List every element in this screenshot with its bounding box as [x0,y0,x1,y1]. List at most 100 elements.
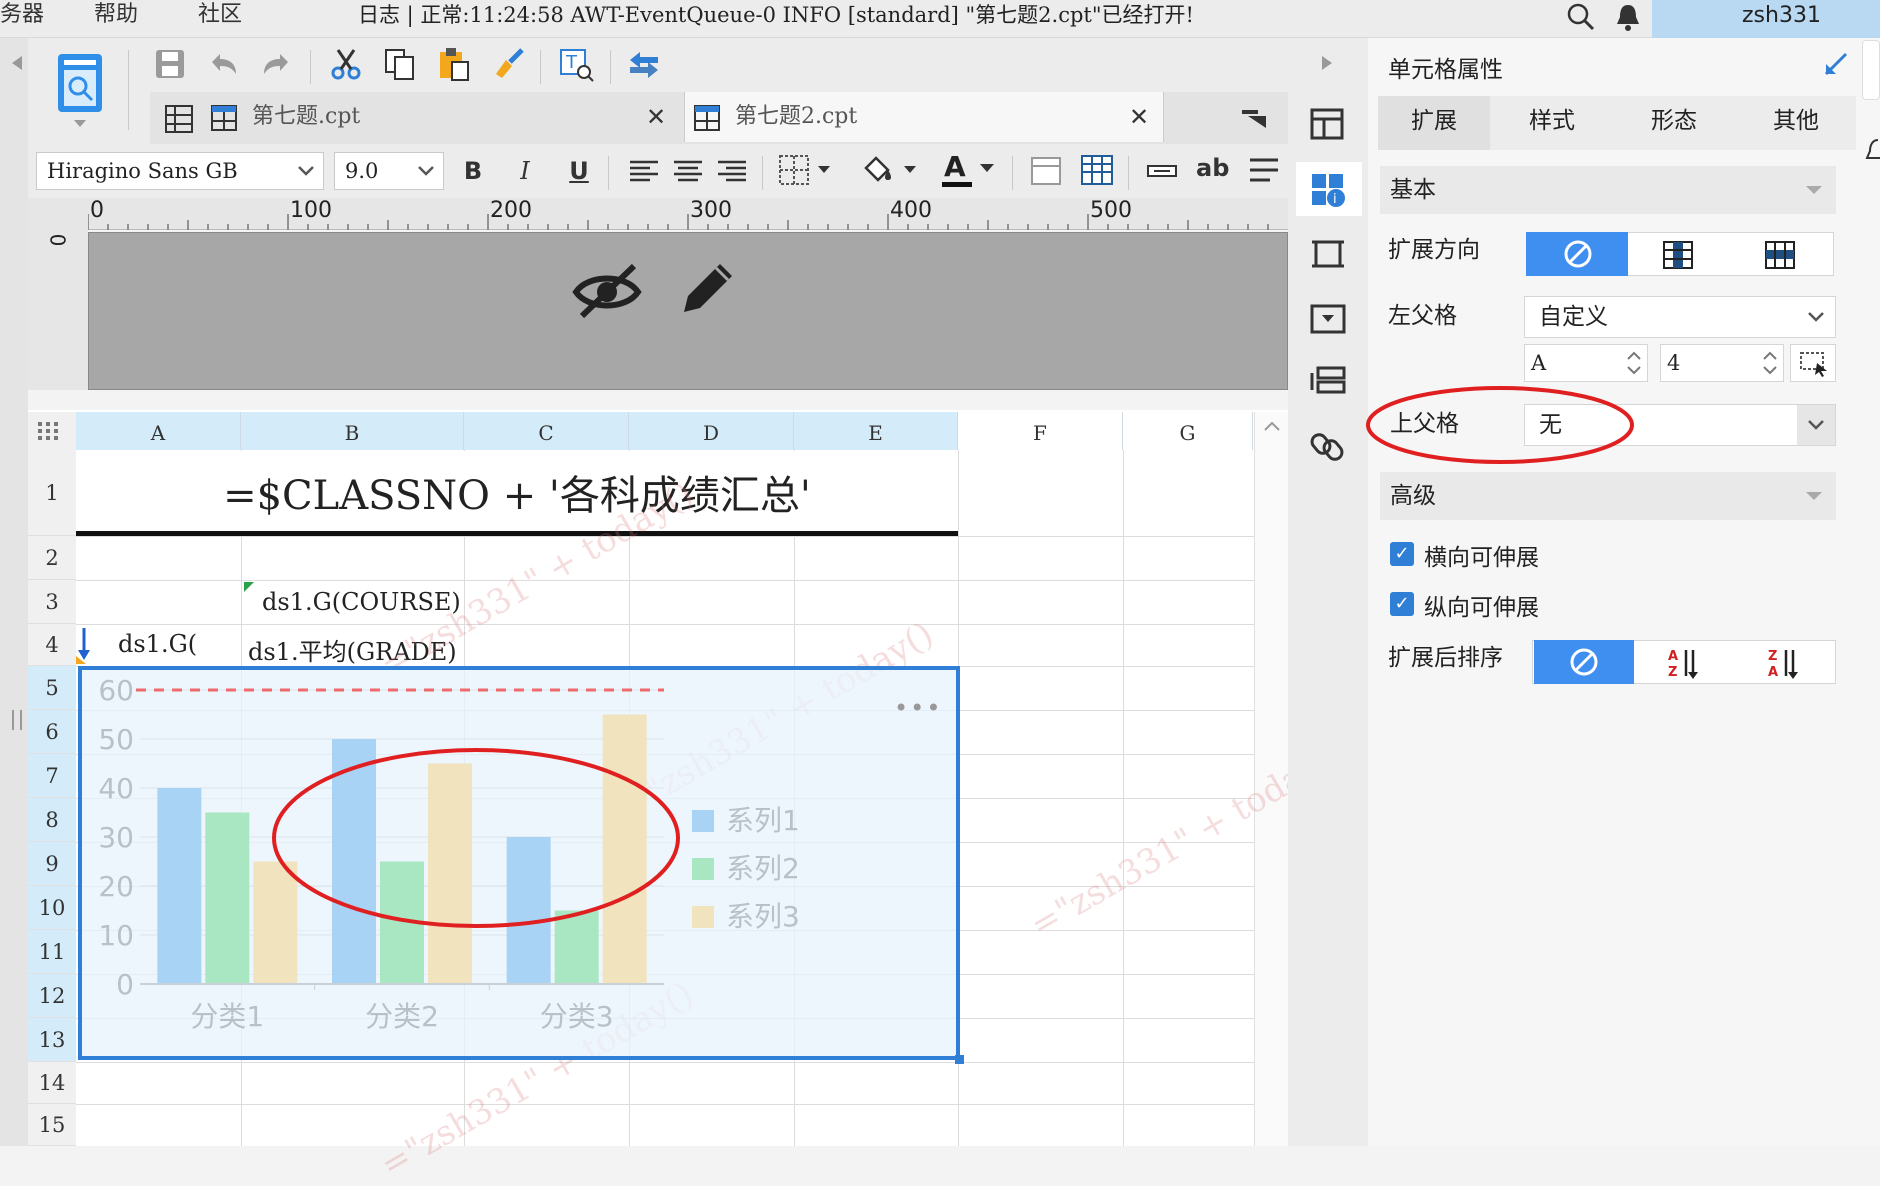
widget-icon[interactable] [1310,302,1346,336]
column-header-g[interactable]: G [1123,412,1253,450]
left-parent-column-input[interactable]: A [1524,344,1648,382]
sort-ascending-icon[interactable]: AZ [1668,646,1702,680]
bold-button[interactable]: B [456,154,490,188]
stepper-icon[interactable] [1759,347,1781,379]
table-icon[interactable] [1080,154,1114,186]
expand-right-icon[interactable] [1320,54,1334,72]
undo-icon[interactable] [206,46,242,82]
bell-icon[interactable] [1862,136,1880,166]
user-account[interactable]: zsh331 [1652,0,1880,38]
menu-item-community[interactable]: 社区 [198,0,242,36]
expand-none-button[interactable] [1526,232,1628,276]
tab-menu-icon[interactable] [1240,106,1270,130]
hyperlink-icon[interactable] [1310,428,1346,464]
wrap-text-button[interactable]: ab [1196,154,1229,182]
eye-hidden-icon[interactable] [572,260,642,320]
row-header[interactable]: 6 [28,710,76,754]
v-expand-checkbox[interactable]: ✓ [1390,592,1414,616]
border-icon[interactable] [778,154,834,186]
cell-a4[interactable]: ds1.G( [118,630,197,658]
row-header[interactable]: 2 [28,536,76,580]
align-center-icon[interactable] [672,158,704,186]
fill-color-icon[interactable] [860,152,922,188]
tab-file-2[interactable]: 第七题2.cpt ✕ [684,92,1164,142]
tab-file-1[interactable]: 第七题.cpt ✕ [204,92,680,142]
row-header[interactable]: 1 [28,450,76,536]
collapse-left-icon[interactable] [10,54,24,72]
freeze-icon[interactable] [1030,156,1062,186]
section-advanced-header[interactable]: 高级 [1380,472,1836,520]
sort-descending-icon[interactable]: ZA [1768,646,1802,680]
row-header[interactable]: 4 [28,624,76,666]
paste-icon[interactable] [436,46,472,82]
bell-icon[interactable] [1614,2,1642,32]
close-tab-icon[interactable]: ✕ [1129,92,1149,142]
line-spacing-icon[interactable] [1248,156,1280,186]
new-grid-icon[interactable] [164,104,194,134]
condition-attr-icon[interactable] [1310,364,1346,398]
column-header-a[interactable]: A [76,412,241,450]
tab-expand[interactable]: 扩展 [1378,96,1490,150]
redo-icon[interactable] [258,46,294,82]
font-color-button[interactable]: A [940,150,976,190]
column-header-b[interactable]: B [241,412,464,450]
cell-b3[interactable]: ds1.G(COURSE) [262,588,461,616]
save-icon[interactable] [152,46,188,82]
search-icon[interactable] [1566,2,1596,32]
dropdown-arrow-icon[interactable] [74,120,86,128]
collapse-panel-icon[interactable] [1822,50,1850,78]
tab-form[interactable]: 形态 [1618,96,1730,150]
row-header[interactable]: 9 [28,842,76,886]
chevron-up-icon[interactable] [1263,420,1281,432]
cell-picker-button[interactable] [1790,344,1836,382]
column-header-c[interactable]: C [464,412,629,450]
font-family-select[interactable]: Hiragino Sans GB [36,152,324,190]
row-header[interactable]: 12 [28,974,76,1018]
dataset-preview-icon[interactable] [52,52,108,116]
h-expand-checkbox[interactable]: ✓ [1390,542,1414,566]
left-parent-select[interactable]: 自定义 [1524,296,1836,338]
row-header[interactable]: 13 [28,1018,76,1062]
swap-icon[interactable] [626,46,662,82]
sort-none-button[interactable] [1534,640,1634,684]
row-header[interactable]: 14 [28,1062,76,1104]
column-header-d[interactable]: D [629,412,794,450]
cell-property-tab[interactable]: i [1296,162,1362,216]
cell-element-icon[interactable] [1310,236,1346,272]
section-basic-header[interactable]: 基本 [1380,166,1836,214]
align-left-icon[interactable] [628,158,660,186]
select-all-corner[interactable] [28,412,76,450]
cut-icon[interactable] [328,46,364,82]
font-size-select[interactable]: 9.0 [334,152,444,190]
row-header[interactable]: 10 [28,886,76,930]
chevron-down-icon[interactable] [980,164,996,174]
cell-a1-title[interactable]: =$CLASSNO + '各科成绩汇总' [76,451,958,536]
align-right-icon[interactable] [716,158,748,186]
stepper-icon[interactable] [1623,347,1645,379]
format-painter-icon[interactable] [490,46,526,82]
row-header[interactable]: 11 [28,930,76,974]
menu-item-help[interactable]: 帮助 [94,0,138,36]
copy-icon[interactable] [382,46,418,82]
row-header[interactable]: 15 [28,1104,76,1146]
column-header-f[interactable]: F [958,412,1123,450]
row-header[interactable]: 3 [28,580,76,624]
expand-horizontal-icon[interactable] [1764,240,1796,270]
tab-other[interactable]: 其他 [1740,96,1852,150]
edit-pencil-icon[interactable] [676,256,740,322]
row-header[interactable]: 8 [28,798,76,842]
left-drag-handle[interactable] [12,710,22,730]
underline-button[interactable]: U [562,154,596,188]
close-tab-icon[interactable]: ✕ [646,92,666,142]
italic-button[interactable]: I [508,154,542,188]
expand-vertical-icon[interactable] [1662,240,1694,270]
row-header[interactable]: 5 [28,666,76,710]
right-edge-handle[interactable] [1862,40,1880,100]
template-cell-icon[interactable] [1310,106,1346,142]
row-header[interactable]: 7 [28,754,76,798]
tab-style[interactable]: 样式 [1496,96,1608,150]
left-parent-row-input[interactable]: 4 [1660,344,1784,382]
merge-icon[interactable] [1146,160,1178,182]
menu-item-server[interactable]: 务器 [0,0,44,36]
text-search-icon[interactable]: T [558,46,594,82]
